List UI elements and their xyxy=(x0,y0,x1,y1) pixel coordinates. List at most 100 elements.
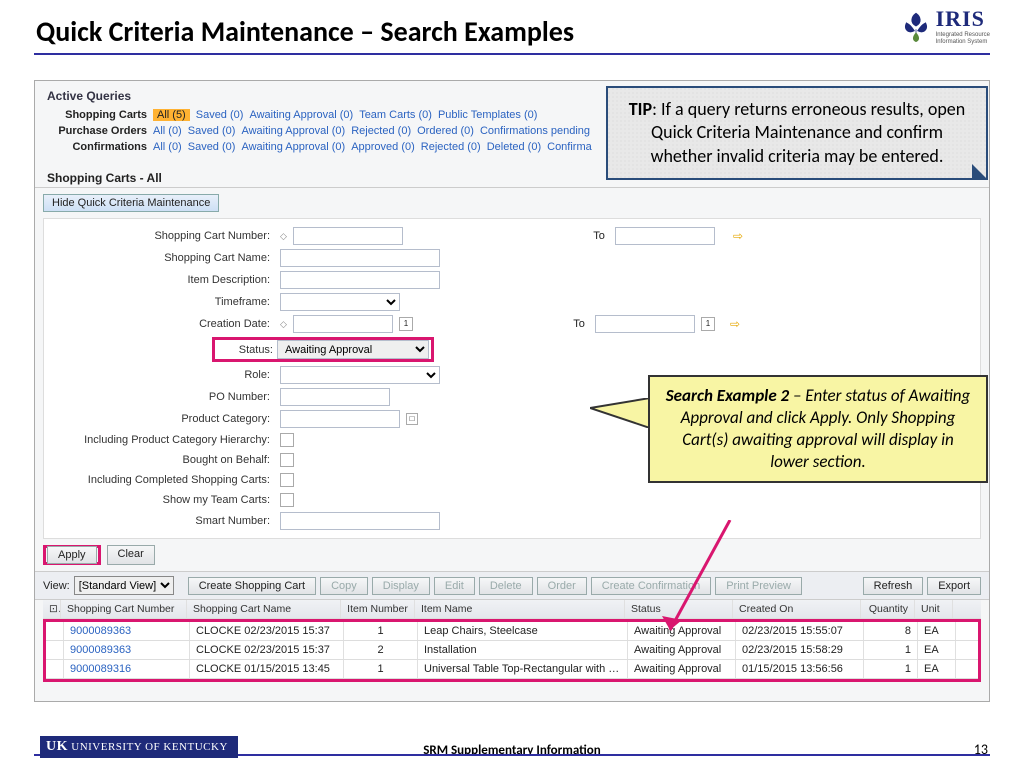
title-underline xyxy=(34,53,990,55)
apply-button[interactable]: Apply xyxy=(47,546,97,564)
query-link[interactable]: Saved (0) xyxy=(196,109,244,121)
arrow-annotation-icon xyxy=(650,520,750,650)
cart-number-label: Shopping Cart Number: xyxy=(54,230,274,242)
calendar-icon[interactable]: 1 xyxy=(701,317,715,331)
diamond-icon: ◇ xyxy=(280,231,287,242)
iris-logo: IRIS Integrated Resource Information Sys… xyxy=(900,6,990,45)
refresh-button[interactable]: Refresh xyxy=(863,577,924,595)
view-select[interactable]: [Standard View] xyxy=(74,576,174,595)
query-label: Shopping Carts xyxy=(47,109,147,121)
status-select[interactable]: Awaiting Approval xyxy=(277,340,429,359)
prod-cat-input[interactable] xyxy=(280,410,400,428)
example-callout: Search Example 2 – Enter status of Await… xyxy=(648,375,988,483)
query-link[interactable]: Ordered (0) xyxy=(417,125,474,137)
query-link[interactable]: Public Templates (0) xyxy=(438,109,537,121)
smart-input[interactable] xyxy=(280,512,440,530)
iris-flower-icon xyxy=(900,8,932,44)
create-cart-button[interactable]: Create Shopping Cart xyxy=(188,577,316,595)
hierarchy-label: Including Product Category Hierarchy: xyxy=(54,434,274,446)
query-link[interactable]: Team Carts (0) xyxy=(359,109,432,121)
role-label: Role: xyxy=(54,369,274,381)
smart-label: Smart Number: xyxy=(54,515,274,527)
results-grid: 9000089363CLOCKE 02/23/2015 15:371Leap C… xyxy=(43,619,981,682)
status-highlight: Status: Awaiting Approval xyxy=(212,337,434,362)
col-qty[interactable]: Quantity xyxy=(861,600,915,618)
query-link[interactable]: All (0) xyxy=(153,141,182,153)
table-row[interactable]: 9000089316CLOCKE 01/15/2015 13:451Univer… xyxy=(46,660,978,679)
table-row[interactable]: 9000089363CLOCKE 02/23/2015 15:372Instal… xyxy=(46,641,978,660)
col-item-name[interactable]: Item Name xyxy=(415,600,625,618)
example-label: Search Example 2 xyxy=(666,385,789,406)
diamond-icon: ◇ xyxy=(280,319,287,330)
to-label: To xyxy=(409,230,609,242)
role-select[interactable] xyxy=(280,366,440,384)
iris-logo-name: IRIS xyxy=(936,6,990,32)
lookup-icon[interactable]: □ xyxy=(406,413,418,425)
hierarchy-checkbox[interactable] xyxy=(280,433,294,447)
tip-text: : If a query returns erroneous results, … xyxy=(651,98,966,167)
apply-highlight: Apply xyxy=(43,545,101,565)
po-number-label: PO Number: xyxy=(54,391,274,403)
col-unit[interactable]: Unit xyxy=(915,600,953,618)
behalf-checkbox[interactable] xyxy=(280,453,294,467)
order-button[interactable]: Order xyxy=(537,577,587,595)
toggle-criteria-button[interactable]: Hide Quick Criteria Maintenance xyxy=(43,194,219,212)
query-link[interactable]: Rejected (0) xyxy=(351,125,411,137)
display-button[interactable]: Display xyxy=(372,577,430,595)
calendar-icon[interactable]: 1 xyxy=(399,317,413,331)
to-label: To xyxy=(419,318,589,330)
query-link[interactable]: All (0) xyxy=(153,125,182,137)
team-checkbox[interactable] xyxy=(280,493,294,507)
export-button[interactable]: Export xyxy=(927,577,981,595)
results-header: ⊡ Shopping Cart Number Shopping Cart Nam… xyxy=(43,600,981,619)
query-label: Confirmations xyxy=(47,141,147,153)
timeframe-label: Timeframe: xyxy=(54,296,274,308)
prod-cat-label: Product Category: xyxy=(54,413,274,425)
item-desc-input[interactable] xyxy=(280,271,440,289)
iris-logo-sub1: Integrated Resource xyxy=(936,32,990,39)
range-arrow-icon[interactable]: ⇨ xyxy=(733,229,743,243)
query-link[interactable]: Approved (0) xyxy=(351,141,415,153)
creation-date-to-input[interactable] xyxy=(595,315,695,333)
tip-label: TIP xyxy=(629,98,652,120)
query-chip-all[interactable]: All (5) xyxy=(153,109,190,121)
creation-date-label: Creation Date: xyxy=(54,318,274,330)
query-link[interactable]: Rejected (0) xyxy=(421,141,481,153)
footer-uk-logo: UK UNIVERSITY OF KENTUCKY xyxy=(40,736,238,758)
delete-button[interactable]: Delete xyxy=(479,577,533,595)
col-created[interactable]: Created On xyxy=(733,600,861,618)
query-link[interactable]: Awaiting Approval (0) xyxy=(241,125,345,137)
results-toolbar: View: [Standard View] Create Shopping Ca… xyxy=(35,571,989,600)
clear-button[interactable]: Clear xyxy=(107,545,155,565)
tip-callout: TIP: If a query returns erroneous result… xyxy=(606,86,988,180)
view-label: View: xyxy=(43,580,70,592)
query-link[interactable]: Saved (0) xyxy=(188,125,236,137)
query-link[interactable]: Awaiting Approval (0) xyxy=(249,109,353,121)
range-arrow-icon[interactable]: ⇨ xyxy=(730,317,740,331)
po-number-input[interactable] xyxy=(280,388,390,406)
cart-name-label: Shopping Cart Name: xyxy=(54,252,274,264)
select-col[interactable]: ⊡ xyxy=(43,600,61,618)
team-label: Show my Team Carts: xyxy=(54,494,274,506)
footer-page-number: 13 xyxy=(974,741,988,758)
query-link[interactable]: Saved (0) xyxy=(188,141,236,153)
edit-button[interactable]: Edit xyxy=(434,577,475,595)
col-cart-name[interactable]: Shopping Cart Name xyxy=(187,600,341,618)
query-link[interactable]: Awaiting Approval (0) xyxy=(241,141,345,153)
copy-button[interactable]: Copy xyxy=(320,577,368,595)
cart-number-input[interactable] xyxy=(293,227,403,245)
creation-date-input[interactable] xyxy=(293,315,393,333)
col-cart-number[interactable]: Shopping Cart Number xyxy=(61,600,187,618)
query-link[interactable]: Confirma xyxy=(547,141,592,153)
cart-name-input[interactable] xyxy=(280,249,440,267)
timeframe-select[interactable] xyxy=(280,293,400,311)
query-link[interactable]: Deleted (0) xyxy=(487,141,541,153)
callout-pointer-icon xyxy=(590,398,650,428)
cart-number-to-input[interactable] xyxy=(615,227,715,245)
col-item-number[interactable]: Item Number xyxy=(341,600,415,618)
behalf-label: Bought on Behalf: xyxy=(54,454,274,466)
completed-checkbox[interactable] xyxy=(280,473,294,487)
item-desc-label: Item Description: xyxy=(54,274,274,286)
query-link[interactable]: Confirmations pending xyxy=(480,125,590,137)
table-row[interactable]: 9000089363CLOCKE 02/23/2015 15:371Leap C… xyxy=(46,622,978,641)
